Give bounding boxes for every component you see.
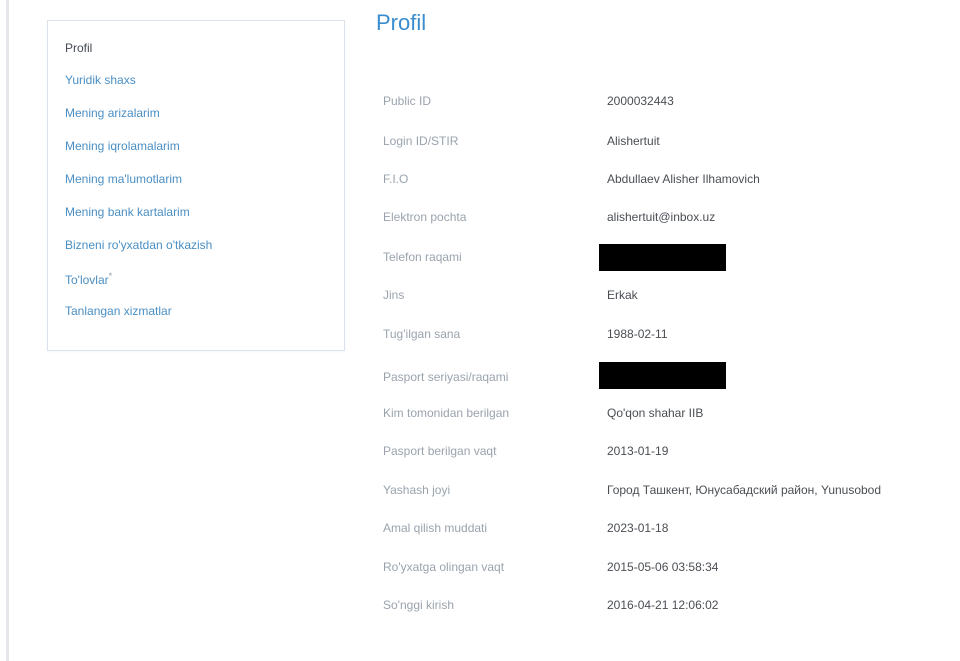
field-row-issued-by: Kim tomonidan berilgan Qo'qon shahar IIB (0, 406, 960, 426)
field-label: Jins (383, 288, 405, 302)
field-label: Pasport seriyasi/raqami (383, 370, 509, 384)
field-row-birth-date: Tug'ilgan sana 1988-02-11 (0, 327, 960, 347)
field-row-passport-number: Pasport seriyasi/raqami (0, 362, 960, 390)
field-label: Pasport berilgan vaqt (383, 444, 497, 458)
field-label: Elektron pochta (383, 210, 467, 224)
field-value: Erkak (607, 288, 638, 302)
field-row-gender: Jins Erkak (0, 288, 960, 308)
field-value: 2016-04-21 12:06:02 (607, 598, 719, 612)
field-row-address: Yashash joyi Город Ташкент, Юнусабадский… (0, 483, 960, 503)
field-label: Public ID (383, 94, 432, 108)
field-value: 1988-02-11 (607, 327, 668, 341)
field-value: 2013-01-19 (607, 444, 669, 458)
field-value: Alishertuit (607, 134, 660, 148)
field-label: So'nggi kirish (383, 598, 454, 612)
field-value: Qo'qon shahar IIB (607, 406, 704, 420)
redacted-phone (599, 244, 726, 271)
field-row-phone: Telefon raqami (0, 244, 960, 271)
field-value: Город Ташкент, Юнусабадский район, Yunus… (607, 483, 882, 497)
field-label: Yashash joyi (383, 483, 451, 497)
field-row-issue-date: Pasport berilgan vaqt 2013-01-19 (0, 444, 960, 464)
field-label: Kim tomonidan berilgan (383, 406, 510, 420)
field-value: 2015-05-06 03:58:34 (607, 560, 719, 574)
field-value: 2000032443 (607, 94, 674, 108)
field-row-login: Login ID/STIR Alishertuit (0, 134, 960, 154)
field-row-last-login: So'nggi kirish 2016-04-21 12:06:02 (0, 598, 960, 618)
field-row-expiry: Amal qilish muddati 2023-01-18 (0, 521, 960, 541)
field-row-email: Elektron pochta alishertuit@inbox.uz (0, 210, 960, 230)
profile-page: Profil Yuridik shaxs Mening arizalarim M… (0, 0, 960, 661)
field-row-registered-at: Ro'yxatga olingan vaqt 2015-05-06 03:58:… (0, 560, 960, 580)
field-label: Login ID/STIR (383, 134, 459, 148)
field-label: Ro'yxatga olingan vaqt (383, 560, 505, 574)
field-row-public-id: Public ID 2000032443 (0, 94, 960, 114)
field-value: 2023-01-18 (607, 521, 669, 535)
redacted-passport (599, 362, 726, 389)
field-row-fio: F.I.O Abdullaev Alisher Ilhamovich (0, 172, 960, 192)
field-value: Abdullaev Alisher Ilhamovich (607, 172, 760, 186)
field-value: alishertuit@inbox.uz (607, 210, 716, 224)
field-label: Telefon raqami (383, 250, 462, 264)
profile-details: Public ID 2000032443 Login ID/STIR Alish… (0, 0, 960, 661)
field-label: F.I.O (383, 172, 409, 186)
field-label: Tug'ilgan sana (383, 327, 461, 341)
field-label: Amal qilish muddati (383, 521, 488, 535)
